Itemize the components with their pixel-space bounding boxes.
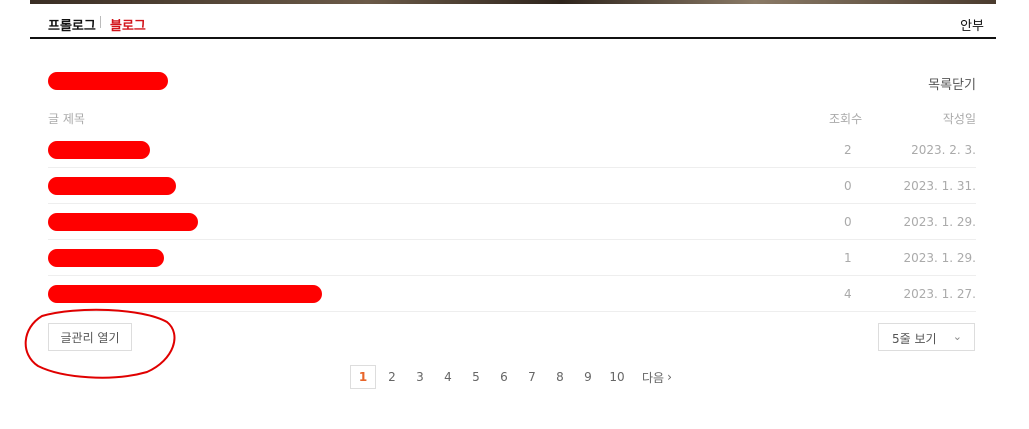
chevron-down-icon: ⌄: [952, 330, 962, 343]
page-link[interactable]: 8: [546, 365, 574, 389]
page-link[interactable]: 7: [518, 365, 546, 389]
post-title-redacted[interactable]: [48, 141, 150, 159]
post-views: 0: [844, 179, 852, 193]
redaction-mark: [48, 213, 198, 231]
column-header-title: 글 제목: [48, 112, 85, 126]
post-date: 2023. 1. 29.: [903, 251, 976, 265]
post-title-redacted[interactable]: [48, 177, 176, 195]
post-views: 1: [844, 251, 852, 265]
post-views: 0: [844, 215, 852, 229]
page-link[interactable]: 10: [602, 365, 632, 389]
top-nav: 프롤로그 블로그 안부: [30, 4, 996, 39]
page-link[interactable]: 4: [434, 365, 462, 389]
post-date: 2023. 2. 3.: [911, 143, 976, 157]
column-header-views: 조회수: [829, 112, 863, 126]
nav-guestbook[interactable]: 안부: [960, 15, 984, 34]
rows-per-page-select[interactable]: 5줄 보기 ⌄: [878, 323, 975, 351]
post-row[interactable]: 4 2023. 1. 27.: [48, 276, 976, 312]
redaction-mark: [48, 72, 168, 90]
nav-blog[interactable]: 블로그: [110, 15, 146, 34]
page-link-current[interactable]: 1: [350, 365, 376, 389]
chevron-right-icon: ›: [667, 370, 672, 384]
post-list: 2 2023. 2. 3. 0 2023. 1. 31. 0 2023. 1. …: [48, 132, 976, 312]
post-date: 2023. 1. 27.: [903, 287, 976, 301]
post-row[interactable]: 0 2023. 1. 29.: [48, 204, 976, 240]
list-category-title-redacted: [48, 72, 168, 90]
page-link[interactable]: 2: [378, 365, 406, 389]
post-views: 2: [844, 143, 852, 157]
post-date: 2023. 1. 31.: [903, 179, 976, 193]
post-date: 2023. 1. 29.: [903, 215, 976, 229]
pagination: 1 2 3 4 5 6 7 8 9 10 다음 ›: [350, 365, 672, 389]
open-post-management-button[interactable]: 글관리 열기: [48, 323, 132, 351]
post-title-redacted[interactable]: [48, 285, 322, 303]
post-row[interactable]: 1 2023. 1. 29.: [48, 240, 976, 276]
page-link[interactable]: 5: [462, 365, 490, 389]
post-title-redacted[interactable]: [48, 213, 198, 231]
page-link[interactable]: 6: [490, 365, 518, 389]
redaction-mark: [48, 285, 322, 303]
redaction-mark: [48, 177, 176, 195]
close-list-link[interactable]: 목록닫기: [928, 74, 976, 93]
redaction-mark: [48, 249, 164, 267]
nav-divider: [100, 16, 101, 28]
rows-per-page-label: 5줄 보기: [892, 332, 937, 346]
redaction-mark: [48, 141, 150, 159]
next-page-label: 다음: [642, 370, 665, 385]
page-link[interactable]: 9: [574, 365, 602, 389]
post-views: 4: [844, 287, 852, 301]
next-page-link[interactable]: 다음 ›: [642, 369, 672, 386]
page-link[interactable]: 3: [406, 365, 434, 389]
post-row[interactable]: 0 2023. 1. 31.: [48, 168, 976, 204]
nav-prologue[interactable]: 프롤로그: [48, 15, 96, 34]
column-header-date: 작성일: [942, 112, 976, 126]
post-row[interactable]: 2 2023. 2. 3.: [48, 132, 976, 168]
post-title-redacted[interactable]: [48, 249, 164, 267]
